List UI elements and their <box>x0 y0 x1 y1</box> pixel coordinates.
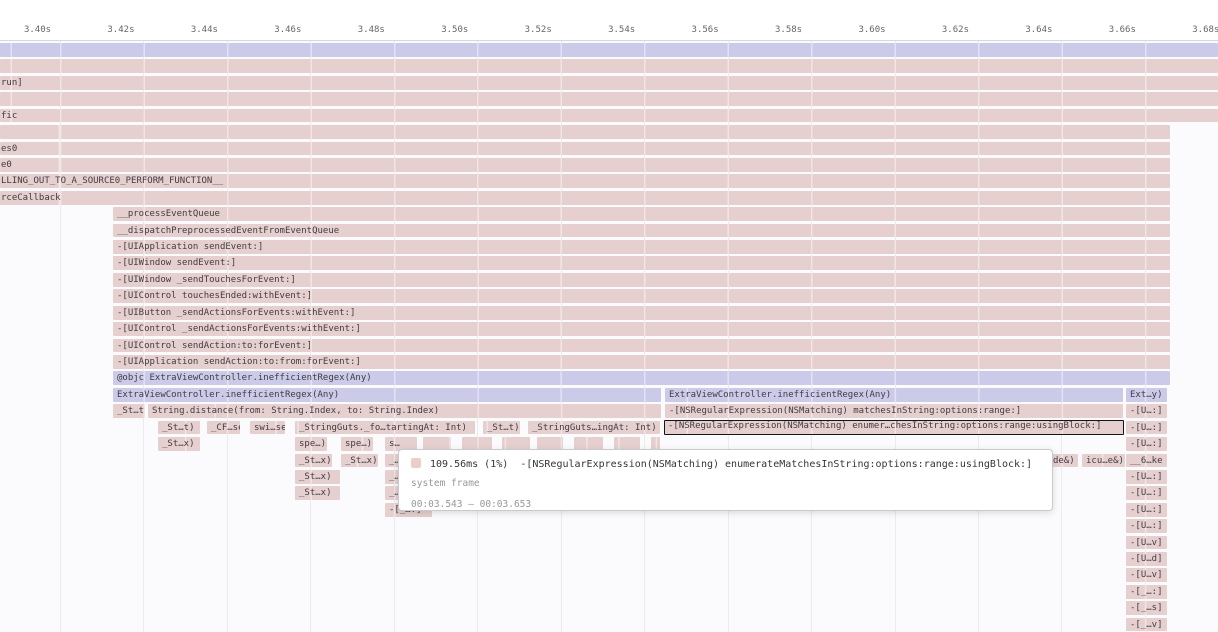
flame-bar[interactable]: -[U…:] <box>1126 421 1167 435</box>
flame-bar[interactable]: -[_…v] <box>1126 618 1167 632</box>
flame-bar[interactable]: @objc ExtraViewController.inefficientReg… <box>113 371 1170 385</box>
flame-bar[interactable]: -[UIControl _sendActionsForEvents:withEv… <box>113 322 1170 336</box>
flame-bar[interactable]: _StringGuts._fo…tartingAt: Int) <box>295 421 475 435</box>
flame-bar[interactable]: rceCallback <box>0 191 1170 205</box>
flame-bar[interactable]: String.distance(from: String.Index, to: … <box>148 404 661 418</box>
flame-bar[interactable]: _St…x) <box>341 454 378 468</box>
flame-bar[interactable]: _St…x) <box>295 470 340 484</box>
flame-bar[interactable]: -[U…:] <box>1126 486 1167 500</box>
flame-bar[interactable]: __6…ke <box>1126 454 1167 468</box>
flame-bar[interactable]: -[UIApplication sendEvent:] <box>113 240 1170 254</box>
flame-bar[interactable]: swi…se <box>250 421 285 435</box>
flame-bar[interactable]: _St…t) <box>158 421 200 435</box>
flame-bar[interactable]: icu…e&) <box>1082 454 1125 468</box>
flame-bar[interactable]: _St…x) <box>158 437 200 451</box>
flame-bar[interactable]: __processEventQueue <box>113 207 1170 221</box>
flame-bar[interactable]: -[UIButton _sendActionsForEvents:withEve… <box>113 306 1170 320</box>
time-ruler-label: 3.58s <box>775 25 802 35</box>
flame-bar[interactable]: -[U…:] <box>1126 519 1167 533</box>
flame-bar[interactable]: LLING_OUT_TO_A_SOURCE0_PERFORM_FUNCTION_… <box>0 174 1170 188</box>
time-ruler-label: 3.46s <box>274 25 301 35</box>
time-ruler-label: 3.52s <box>525 25 552 35</box>
flame-bar[interactable]: -[U…:] <box>1126 437 1167 451</box>
tooltip-spacer <box>508 459 520 470</box>
flame-bar[interactable]: _St…x) <box>295 454 332 468</box>
flame-bar[interactable]: -[U…:] <box>1126 503 1167 517</box>
flame-bar[interactable]: -[U…:] <box>1126 404 1167 418</box>
time-ruler-label: 3.64s <box>1025 25 1052 35</box>
flame-bar[interactable]: spe…)) <box>295 437 327 451</box>
time-ruler-label: 3.44s <box>191 25 218 35</box>
flame-bar[interactable]: _CF…se <box>207 421 240 435</box>
tooltip-symbol: -[NSRegularExpression(NSMatching) enumer… <box>520 459 1032 470</box>
time-ruler-label: 3.48s <box>358 25 385 35</box>
flame-bar[interactable]: -[U…d] <box>1126 552 1167 566</box>
instruments-flame-chart: 3.40s 3.42s 3.44s 3.46s 3.48s 3.50s 3.52s 3.54s… <box>0 0 1218 632</box>
flame-bar[interactable]: -[UIControl sendAction:to:forEvent:] <box>113 339 1170 353</box>
tooltip-title: 109.56ms (1%) -[NSRegularExpression(NSMa… <box>411 456 1040 473</box>
frame-color-swatch <box>411 458 421 468</box>
flame-bar[interactable]: run] <box>0 76 1218 90</box>
time-ruler-label: 3.66s <box>1109 25 1136 35</box>
flame-bar[interactable] <box>0 92 1218 106</box>
flame-bar[interactable]: ExtraViewController.inefficientRegex(Any… <box>665 388 1123 402</box>
flame-bar[interactable]: -[U…:] <box>1126 470 1167 484</box>
flame-bar[interactable]: __dispatchPreprocessedEventFromEventQueu… <box>113 224 1170 238</box>
flame-bar[interactable]: -[UIWindow sendEvent:] <box>113 256 1170 270</box>
time-ruler-label: 3.40s <box>24 25 51 35</box>
flame-bar[interactable] <box>0 125 1170 139</box>
time-ruler-label: 3.56s <box>692 25 719 35</box>
flame-bar[interactable]: _St…x) <box>295 486 340 500</box>
flame-bar[interactable]: -[U…v] <box>1126 568 1167 582</box>
flame-bar[interactable]: -[NSRegularExpression(NSMatching) matche… <box>665 404 1123 418</box>
time-ruler-label: 3.60s <box>858 25 885 35</box>
time-ruler-label: 3.68s <box>1192 25 1218 35</box>
flame-bar[interactable]: -[_…:] <box>1126 585 1167 599</box>
tooltip: 109.56ms (1%) -[NSRegularExpression(NSMa… <box>398 449 1053 511</box>
flame-bar[interactable]: _St…t) <box>113 404 145 418</box>
flame-bar[interactable]: _St…t) <box>483 421 520 435</box>
flame-bar-selected[interactable]: -[NSRegularExpression(NSMatching) enumer… <box>664 420 1124 436</box>
flame-bar[interactable]: _StringGuts…ingAt: Int) <box>528 421 660 435</box>
flame-bar[interactable]: -[UIWindow _sendTouchesForEvent:] <box>113 273 1170 287</box>
flame-bar[interactable]: spe…)) <box>341 437 373 451</box>
flame-bar[interactable]: e0 <box>0 158 1170 172</box>
tooltip-duration: 109.56ms (1%) <box>430 459 508 470</box>
tooltip-frame-kind: system frame <box>411 473 1040 494</box>
time-ruler-label: 3.62s <box>942 25 969 35</box>
flame-bar[interactable]: -[UIApplication sendAction:to:from:forEv… <box>113 355 1170 369</box>
time-ruler-label: 3.50s <box>441 25 468 35</box>
time-ruler-label: 3.42s <box>107 25 134 35</box>
flame-bar[interactable] <box>0 43 1218 57</box>
time-ruler: 3.40s 3.42s 3.44s 3.46s 3.48s 3.50s 3.52s 3.54s… <box>0 0 1218 41</box>
flame-bar[interactable]: de&) <box>1049 454 1078 468</box>
flame-bar[interactable]: Ext…y) <box>1126 388 1167 402</box>
flame-bar[interactable]: -[UIControl touchesEnded:withEvent:] <box>113 289 1170 303</box>
flame-bar[interactable]: es0 <box>0 142 1170 156</box>
tooltip-time-range: 00:03.543 — 00:03.653 <box>411 494 1040 515</box>
flame-bar[interactable]: ExtraViewController.inefficientRegex(Any… <box>113 388 661 402</box>
flame-bar[interactable] <box>0 59 1218 73</box>
time-ruler-label: 3.54s <box>608 25 635 35</box>
flame-bar[interactable]: fic <box>0 109 1218 123</box>
flame-bar[interactable]: -[U…v] <box>1126 536 1167 550</box>
flame-bar[interactable]: -[_…s] <box>1126 601 1167 615</box>
